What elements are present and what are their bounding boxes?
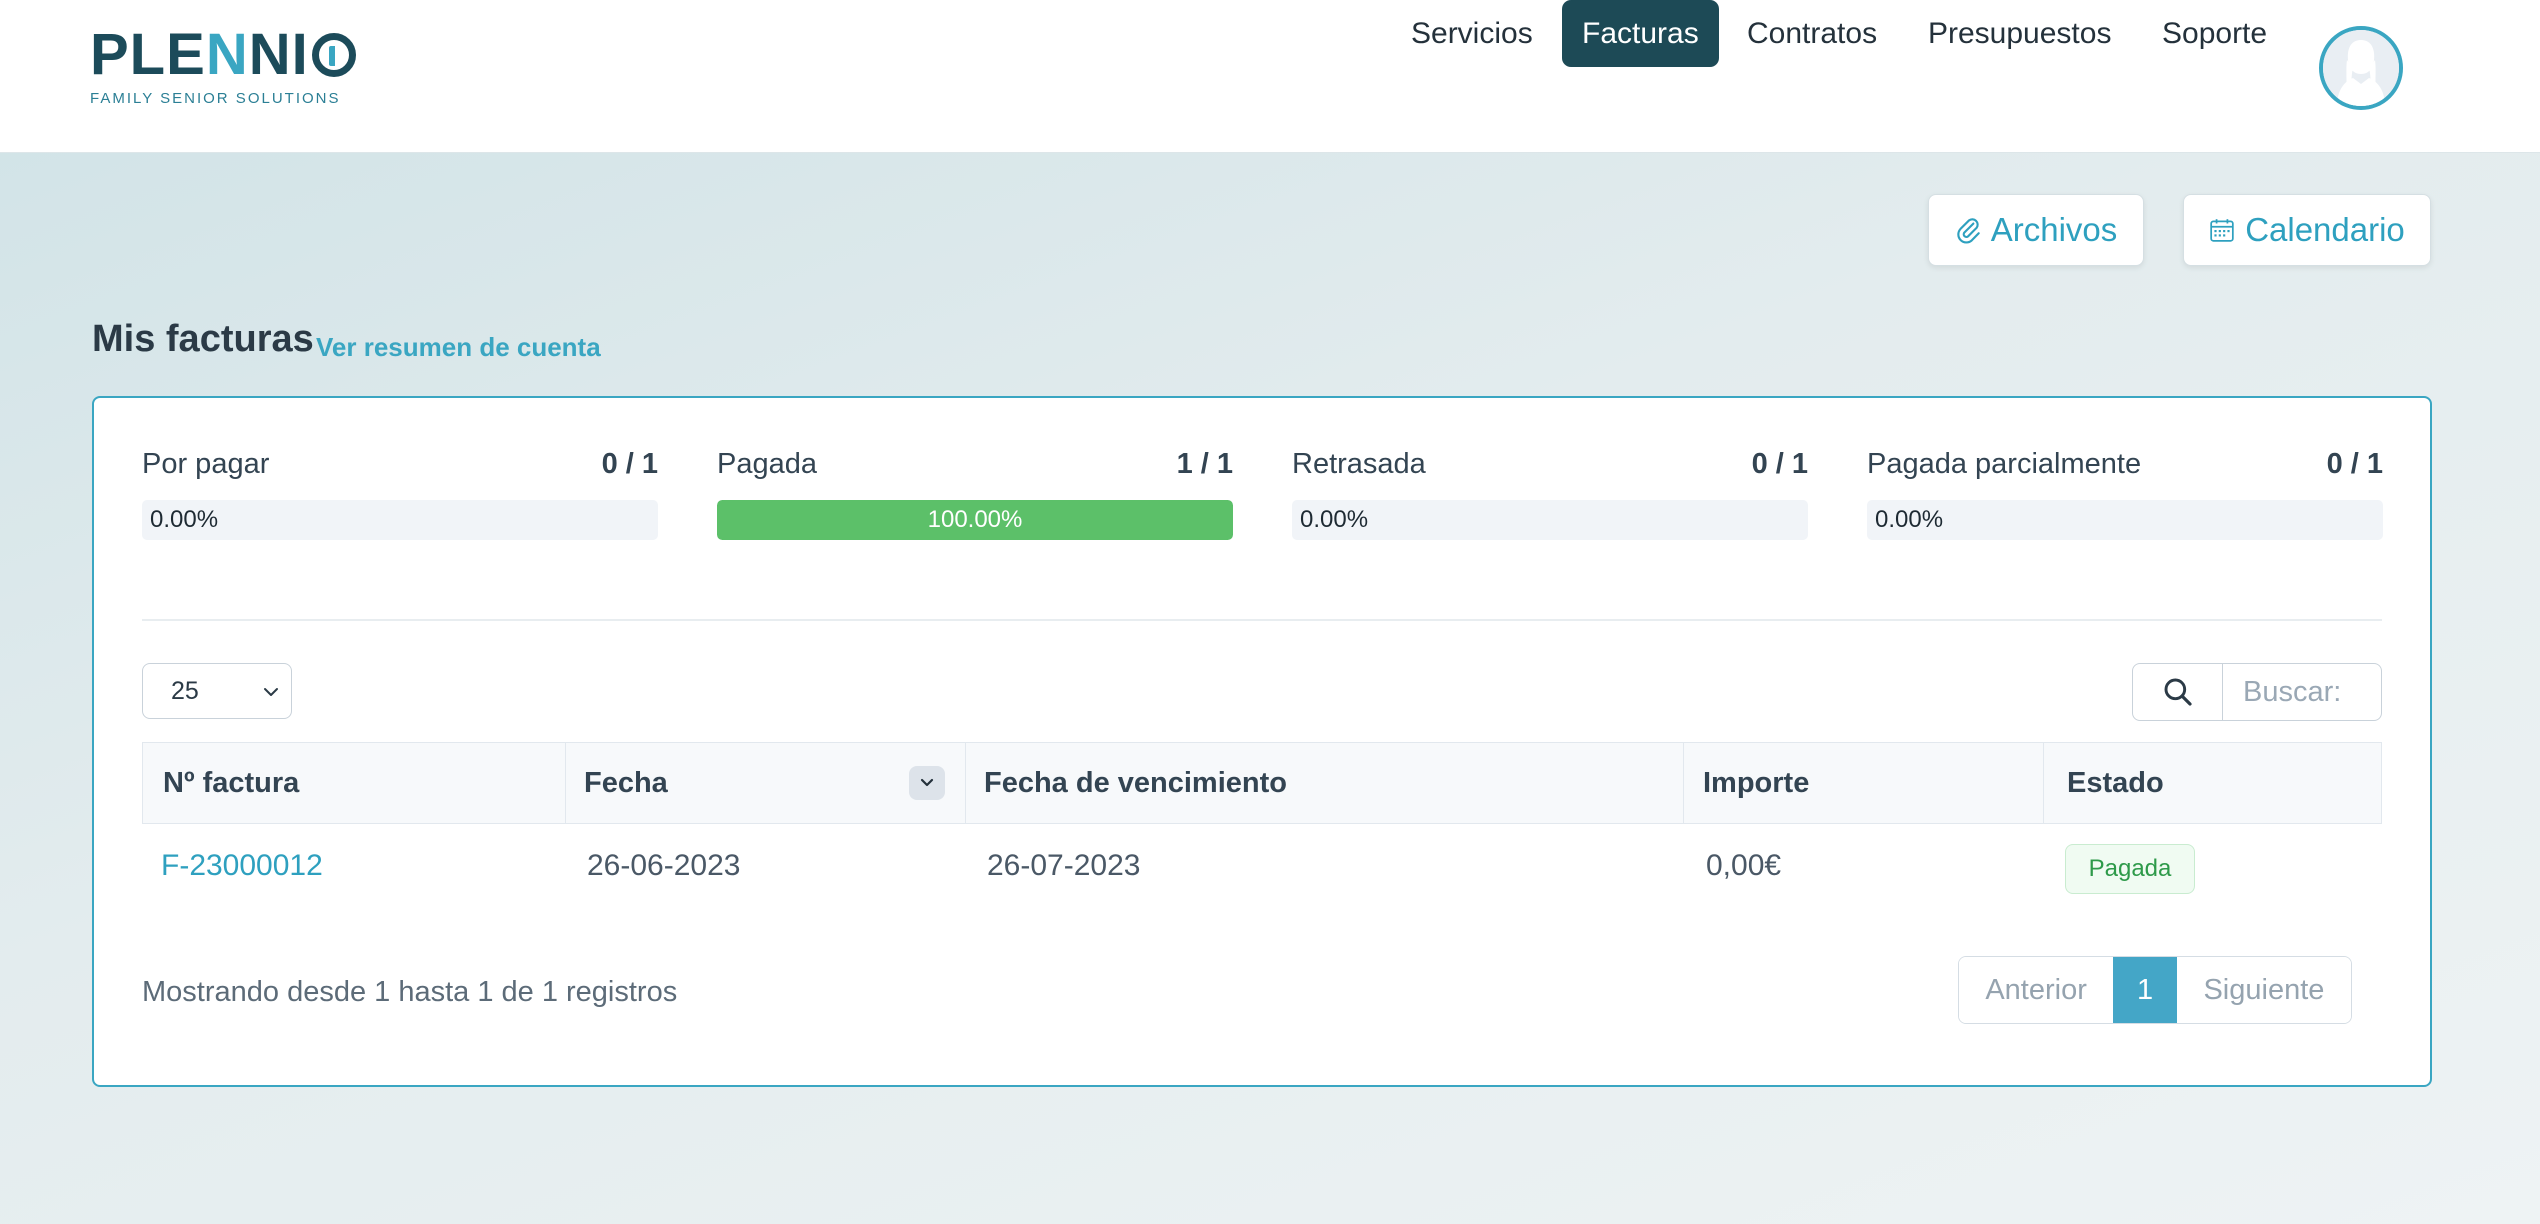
- invoices-card: Por pagar 0 / 1 0.00% Pagada 1 / 1 100.0…: [92, 396, 2432, 1087]
- stat-por-pagar: Por pagar 0 / 1 0.00%: [142, 448, 658, 540]
- pagination-previous[interactable]: Anterior: [1959, 957, 2114, 1023]
- nav-item-servicios[interactable]: Servicios: [1411, 0, 1533, 67]
- calendar-button[interactable]: Calendario: [2183, 194, 2431, 266]
- user-avatar[interactable]: [2319, 26, 2403, 110]
- nav-item-soporte[interactable]: Soporte: [2162, 0, 2267, 67]
- logo-wordmark: PLE N NI: [90, 26, 360, 84]
- nav-item-contratos[interactable]: Contratos: [1747, 0, 1877, 67]
- column-header-date[interactable]: Fecha: [584, 743, 668, 823]
- nav-item-facturas[interactable]: Facturas: [1562, 0, 1719, 67]
- user-silhouette-icon: [2323, 30, 2399, 106]
- column-separator: [1683, 743, 1684, 823]
- nav-item-presupuestos[interactable]: Presupuestos: [1928, 0, 2111, 67]
- chevron-down-icon: [264, 688, 278, 696]
- sort-toggle[interactable]: [909, 766, 945, 800]
- table-info: Mostrando desde 1 hasta 1 de 1 registros: [142, 976, 678, 1008]
- stat-pagada: Pagada 1 / 1 100.00%: [717, 448, 1233, 540]
- pagination-next[interactable]: Siguiente: [2176, 957, 2351, 1023]
- page-length-select[interactable]: 25: [142, 663, 292, 719]
- stat-pagada-parcialmente: Pagada parcialmente 0 / 1 0.00%: [1867, 448, 2383, 540]
- invoice-due-date: 26-07-2023: [987, 849, 1141, 882]
- search-input[interactable]: [2223, 664, 2381, 720]
- divider: [142, 619, 2382, 621]
- status-badge: Pagada: [2065, 844, 2195, 894]
- progress-percent: 0.00%: [1300, 506, 1369, 533]
- column-separator: [2043, 743, 2044, 823]
- column-separator: [965, 743, 966, 823]
- account-summary-link[interactable]: Ver resumen de cuenta: [316, 332, 601, 363]
- column-separator: [565, 743, 566, 823]
- stat-count: 0 / 1: [601, 448, 658, 480]
- column-header-due-date[interactable]: Fecha de vencimiento: [984, 743, 1287, 823]
- progress-bar: 0.00%: [142, 500, 658, 540]
- invoice-date: 26-06-2023: [587, 849, 741, 882]
- progress-percent: 0.00%: [1875, 506, 1944, 533]
- files-button[interactable]: Archivos: [1928, 194, 2144, 266]
- stat-label: Pagada: [717, 448, 817, 480]
- logo-tagline: FAMILY SENIOR SOLUTIONS: [90, 90, 341, 107]
- page-length-value: 25: [171, 677, 199, 705]
- chevron-down-icon: [920, 778, 934, 787]
- files-button-label: Archivos: [1990, 211, 2118, 248]
- calendar-icon: [2210, 219, 2234, 242]
- progress-bar: 0.00%: [1867, 500, 2383, 540]
- search-box: [2132, 663, 2382, 721]
- paperclip-icon: [1957, 218, 1980, 244]
- invoice-number-link[interactable]: F-23000012: [161, 846, 323, 886]
- pagination-page-1[interactable]: 1: [2113, 957, 2177, 1023]
- stat-count: 0 / 1: [2326, 448, 2383, 480]
- top-navbar: PLE N NI FAMILY SENIOR SOLUTIONS Servicios…: [0, 0, 2540, 153]
- invoice-amount: 0,00€: [1706, 849, 1782, 882]
- plennio-logo[interactable]: PLE N NI FAMILY SENIOR SOLUTIONS: [90, 26, 360, 107]
- logo-o-mark: [311, 33, 356, 77]
- column-header-invoice[interactable]: Nº factura: [163, 743, 299, 823]
- stat-count: 1 / 1: [1176, 448, 1233, 480]
- progress-percent: 0.00%: [150, 506, 219, 533]
- progress-bar: 0.00%: [1292, 500, 1808, 540]
- page-title: Mis facturas: [92, 318, 314, 360]
- calendar-button-label: Calendario: [2245, 211, 2405, 248]
- stat-label: Retrasada: [1292, 448, 1426, 480]
- stat-retrasada: Retrasada 0 / 1 0.00%: [1292, 448, 1808, 540]
- pagination: Anterior 1 Siguiente: [1958, 956, 2352, 1024]
- column-header-amount[interactable]: Importe: [1703, 743, 1809, 823]
- table-header: Nº factura Fecha Fecha de vencimiento Im…: [142, 742, 2382, 824]
- search-button[interactable]: [2133, 664, 2223, 720]
- stat-label: Pagada parcialmente: [1867, 448, 2142, 480]
- search-icon: [2164, 678, 2192, 706]
- column-header-status[interactable]: Estado: [2067, 743, 2164, 823]
- stat-count: 0 / 1: [1751, 448, 1808, 480]
- progress-percent: 100.00%: [927, 506, 1023, 533]
- stat-label: Por pagar: [142, 448, 270, 480]
- progress-bar: 100.00%: [717, 500, 1233, 540]
